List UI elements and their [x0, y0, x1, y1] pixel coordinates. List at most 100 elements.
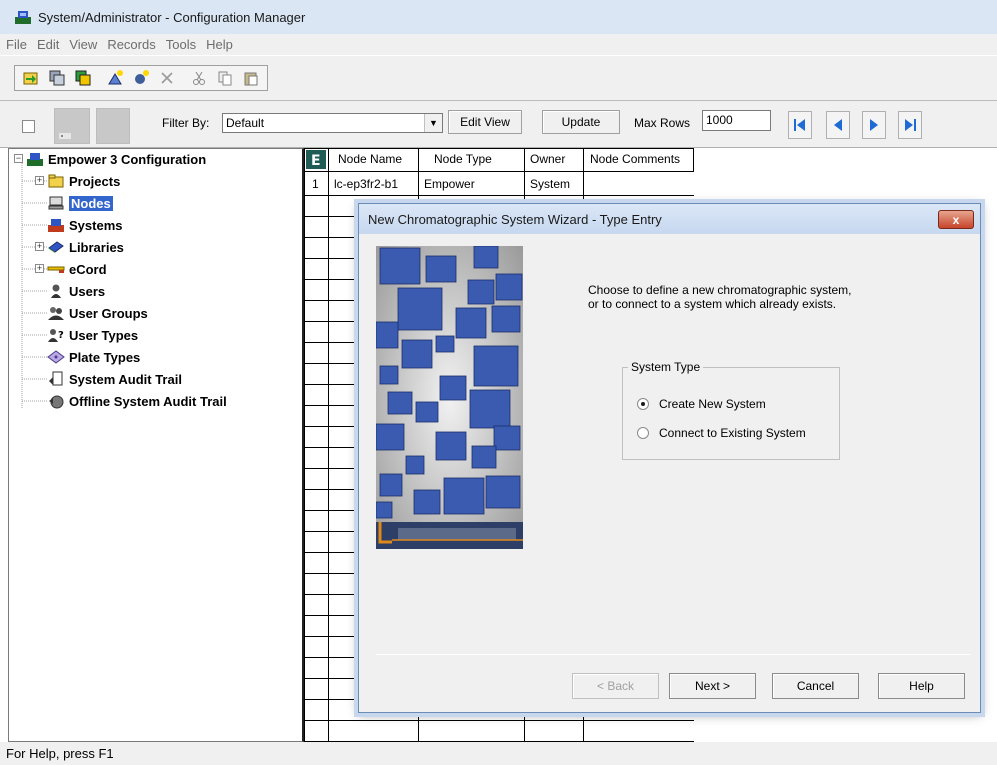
menu-tools[interactable]: Tools [166, 37, 196, 52]
tree-item-nodes[interactable]: Nodes [47, 193, 113, 213]
edit-view-button[interactable]: Edit View [448, 110, 522, 134]
option-connect-existing-system[interactable]: Connect to Existing System [637, 426, 806, 440]
new-system-wizard-dialog: New Chromatographic System Wizard - Type… [358, 203, 981, 713]
libraries-expand-toggle[interactable]: + [35, 242, 44, 251]
grid-corner-icon[interactable]: E [306, 150, 326, 169]
menu-edit[interactable]: Edit [37, 37, 59, 52]
system-type-group: System Type Create New System Connect to… [622, 360, 840, 460]
tree-item-libraries[interactable]: Libraries [47, 237, 124, 257]
dialog-instructions: Choose to define a new chromatographic s… [588, 283, 948, 311]
dialog-separator [376, 654, 970, 655]
empower-config-icon [26, 151, 44, 167]
projects-expand-toggle[interactable]: + [35, 176, 44, 185]
tree-item-ecord[interactable]: eCord [47, 259, 107, 279]
cut-icon[interactable] [188, 68, 210, 88]
configuration-tree: − Empower 3 Configuration + Projects Nod… [8, 148, 304, 742]
window-title-bar: System/Administrator - Configuration Man… [0, 0, 997, 34]
tree-label: Users [69, 283, 106, 299]
chevron-down-icon[interactable]: ▼ [424, 114, 442, 132]
tree-label: Plate Types [69, 349, 141, 365]
column-header-node-name[interactable]: Node Name [338, 152, 402, 166]
cancel-button[interactable]: Cancel [772, 673, 859, 699]
open-project-icon[interactable] [20, 68, 42, 88]
radio-create-new-system[interactable] [637, 398, 649, 410]
menu-records[interactable]: Records [107, 37, 155, 52]
delete-icon[interactable] [156, 68, 178, 88]
user-type-icon: ? [47, 327, 65, 343]
max-rows-input[interactable]: 1000 [702, 110, 771, 131]
update-button[interactable]: Update [542, 110, 620, 134]
library-book-icon [47, 239, 65, 255]
tree-label: User Types [69, 327, 139, 343]
tree-item-projects[interactable]: Projects [47, 171, 120, 191]
group-title: System Type [628, 360, 704, 374]
tree-label: System Audit Trail [69, 371, 182, 387]
offline-audit-trail-icon [47, 393, 65, 409]
column-header-node-type[interactable]: Node Type [434, 152, 492, 166]
user-group-icon [47, 305, 65, 321]
max-rows-label: Max Rows [634, 116, 691, 130]
option-label: Create New System [659, 397, 766, 411]
new-item-icon[interactable] [104, 68, 126, 88]
toolbar-button-group [14, 65, 268, 91]
new-wizard-icon[interactable] [130, 68, 152, 88]
first-record-icon[interactable] [788, 111, 812, 139]
audit-trail-icon [47, 371, 65, 387]
tree-item-plate-types[interactable]: Plate Types [47, 347, 140, 367]
menu-file[interactable]: File [6, 37, 27, 52]
copy-icon[interactable] [214, 68, 236, 88]
root-collapse-toggle[interactable]: − [14, 154, 23, 163]
cell-node-type[interactable]: Empower [424, 177, 475, 191]
window-title: System/Administrator - Configuration Man… [38, 9, 306, 25]
filter-checkbox[interactable] [22, 120, 35, 133]
view-toggle-button[interactable] [54, 108, 90, 144]
last-record-icon[interactable] [898, 111, 922, 139]
filter-by-label: Filter By: [162, 116, 210, 130]
row-index: 1 [312, 177, 319, 191]
ecord-column-icon [47, 261, 65, 277]
next-button[interactable]: Next > [669, 673, 756, 699]
tree-label: eCord [69, 261, 107, 277]
option-label: Connect to Existing System [659, 426, 806, 440]
previous-record-icon[interactable] [826, 111, 850, 139]
tree-item-offline-system-audit-trail[interactable]: Offline System Audit Trail [47, 391, 227, 411]
tree-item-systems[interactable]: Systems [47, 215, 122, 235]
copy-node-icon[interactable] [46, 68, 68, 88]
tree-item-user-types[interactable]: ? User Types [47, 325, 138, 345]
tree-item-user-groups[interactable]: User Groups [47, 303, 148, 323]
next-record-icon[interactable] [862, 111, 886, 139]
radio-connect-existing-system[interactable] [637, 427, 649, 439]
ecord-expand-toggle[interactable]: + [35, 264, 44, 273]
paste-icon[interactable] [240, 68, 262, 88]
filter-combo[interactable]: Default ▼ [222, 113, 443, 133]
status-bar: For Help, press F1 [0, 742, 997, 765]
svg-text:?: ? [58, 330, 64, 341]
paste-node-icon[interactable] [72, 68, 94, 88]
tree-item-system-audit-trail[interactable]: System Audit Trail [47, 369, 182, 389]
menu-view[interactable]: View [69, 37, 97, 52]
column-header-owner[interactable]: Owner [530, 152, 565, 166]
user-icon [47, 283, 65, 299]
cell-owner[interactable]: System [530, 177, 570, 191]
back-button[interactable]: < Back [572, 673, 659, 699]
wizard-cubes-image [376, 246, 523, 549]
layout-toggle-button[interactable] [96, 108, 130, 144]
plate-icon [47, 349, 65, 365]
cell-node-name[interactable]: lc-ep3fr2-b1 [334, 177, 398, 191]
tree-label: User Groups [69, 305, 148, 321]
option-create-new-system[interactable]: Create New System [637, 397, 766, 411]
tree-item-users[interactable]: Users [47, 281, 105, 301]
menu-help[interactable]: Help [206, 37, 233, 52]
column-header-node-comments[interactable]: Node Comments [590, 152, 680, 166]
help-button[interactable]: Help [878, 673, 965, 699]
menu-bar: File Edit View Records Tools Help [0, 34, 997, 55]
tree-item-root[interactable]: Empower 3 Configuration [26, 149, 206, 169]
instruction-line-1: Choose to define a new chromatographic s… [588, 283, 852, 297]
close-icon[interactable]: x [938, 210, 974, 229]
close-label: x [952, 212, 960, 227]
tree-label: Systems [69, 217, 123, 233]
dialog-title-bar: New Chromatographic System Wizard - Type… [359, 204, 980, 234]
toolbar [0, 55, 997, 101]
tree-label: Nodes [69, 195, 113, 211]
instruction-line-2: or to connect to a system which already … [588, 297, 837, 311]
